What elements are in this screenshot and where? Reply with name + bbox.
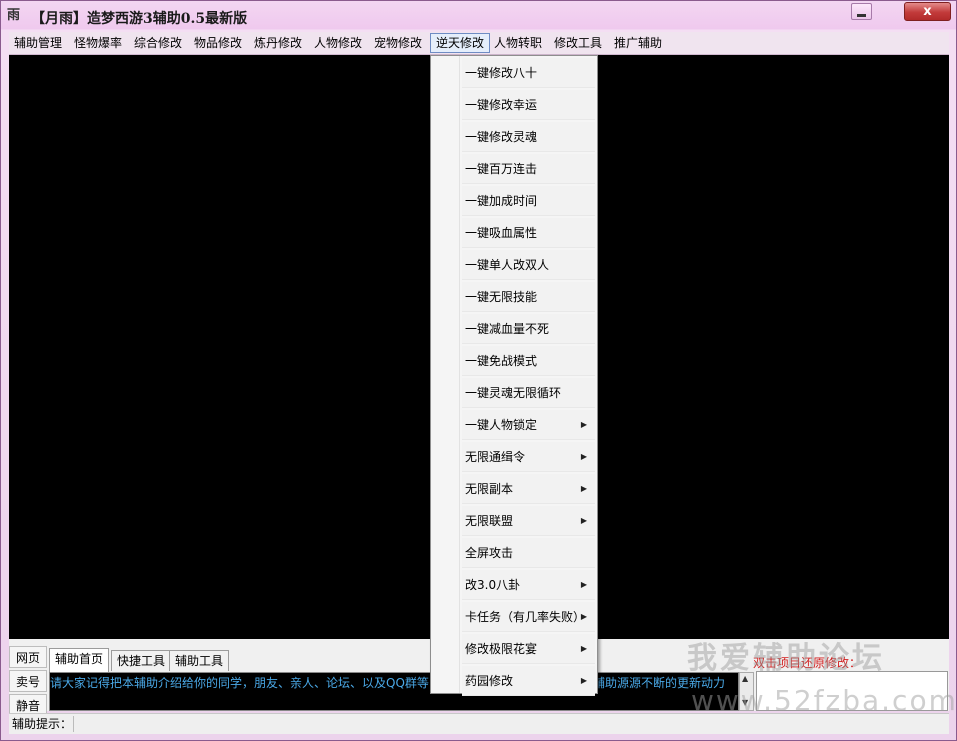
dropdown-item-label: 无限联盟 <box>465 514 514 528</box>
menu-item[interactable]: 辅助管理 <box>9 33 67 53</box>
dropdown-item[interactable]: 一键单人改双人 <box>462 250 595 280</box>
side-tab[interactable]: 卖号 <box>9 670 47 692</box>
submenu-arrow-icon: ▶ <box>580 516 587 525</box>
dropdown-item-label: 一键减血量不死 <box>465 322 550 336</box>
dropdown-item-label: 卡任务（有几率失败） <box>465 610 586 624</box>
menu-item[interactable]: 宠物修改 <box>369 33 427 53</box>
submenu-arrow-icon: ▶ <box>580 452 587 461</box>
submenu-arrow-icon: ▶ <box>580 484 587 493</box>
dropdown-item-label: 无限通缉令 <box>465 450 526 464</box>
status-label: 辅助提示： <box>12 717 73 731</box>
dropdown-item[interactable]: 全屏攻击 <box>462 538 595 568</box>
close-button[interactable]: x <box>904 2 951 21</box>
dropdown-item-label: 改3.0八卦 <box>465 578 521 592</box>
window-title: 【月雨】造梦西游3辅助0.5最新版 <box>31 11 248 27</box>
bottom-tab[interactable]: 辅助工具 <box>169 650 230 671</box>
menu-item[interactable]: 人物转职 <box>489 33 547 53</box>
app-icon: 雨 <box>7 8 21 23</box>
dropdown-item[interactable]: 改3.0八卦 ▶ <box>462 570 595 600</box>
side-tab[interactable]: 网页 <box>9 646 47 668</box>
minimize-button[interactable] <box>851 3 872 20</box>
dropdown-item[interactable]: 无限联盟 ▶ <box>462 506 595 536</box>
bottom-tab[interactable]: 快捷工具 <box>111 650 172 671</box>
info-marquee-panel: 请大家记得把本辅助介绍给你的同学，朋友、亲人、论坛、以及QQ群等， 辅助源源不断… <box>49 672 739 711</box>
dropdown-item[interactable]: 一键人物锁定 ▶ <box>462 410 595 440</box>
dropdown-item-label: 药园修改 <box>465 674 514 688</box>
dropdown-item[interactable]: 卡任务（有几率失败） ▶ <box>462 602 595 632</box>
dropdown-item[interactable]: 一键无限技能 <box>462 282 595 312</box>
dropdown-item-label: 全屏攻击 <box>465 546 514 560</box>
menu-item[interactable]: 逆天修改 <box>430 33 491 53</box>
dropdown-item-label: 一键修改幸运 <box>465 98 538 112</box>
submenu-arrow-icon: ▶ <box>580 420 587 429</box>
dropdown-item[interactable]: 无限副本 ▶ <box>462 474 595 504</box>
title-bar[interactable]: 雨 【月雨】造梦西游3辅助0.5最新版 x <box>1 1 956 31</box>
dropdown-item[interactable]: 一键修改幸运 <box>462 90 595 120</box>
submenu-arrow-icon: ▶ <box>580 644 587 653</box>
submenu-arrow-icon: ▶ <box>580 580 587 589</box>
dropdown-item-label: 一键免战模式 <box>465 354 538 368</box>
dropdown-item[interactable]: 一键加成时间 <box>462 186 595 216</box>
dropdown-item[interactable]: 一键修改八十 <box>462 58 595 88</box>
dropdown-item[interactable]: 一键修改灵魂 <box>462 122 595 152</box>
menu-gutter <box>459 56 460 693</box>
info-marquee-text: 请大家记得把本辅助介绍给你的同学，朋友、亲人、论坛、以及QQ群等， <box>50 676 441 690</box>
dropdown-item-label: 一键无限技能 <box>465 290 538 304</box>
dropdown-item[interactable]: 修改极限花宴 ▶ <box>462 634 595 664</box>
dropdown-item-label: 一键加成时间 <box>465 194 538 208</box>
dropdown-item[interactable]: 药园修改 ▶ <box>462 666 595 696</box>
dropdown-item-label: 一键单人改双人 <box>465 258 550 272</box>
dropdown-item[interactable]: 一键灵魂无限循环 <box>462 378 595 408</box>
app-window: 雨 【月雨】造梦西游3辅助0.5最新版 x 辅助管理 怪物爆率 综合修改 物品修改 炼丹… <box>0 0 957 741</box>
bottom-tab[interactable]: 辅助首页 <box>49 648 110 672</box>
dropdown-item-label: 一键吸血属性 <box>465 226 538 240</box>
dropdown-item[interactable]: 一键百万连击 <box>462 154 595 184</box>
status-separator <box>73 716 74 732</box>
menu-item[interactable]: 综合修改 <box>129 33 187 53</box>
submenu-arrow-icon: ▶ <box>580 676 587 685</box>
menu-item[interactable]: 修改工具 <box>549 33 607 53</box>
dropdown-menu-nitian: 一键修改八十 一键修改幸运 一键修改灵魂 一键百万连击 一键加成时间 一键吸血属性 一键单人… <box>430 55 598 696</box>
dropdown-item-label: 一键修改八十 <box>465 66 538 80</box>
menu-item[interactable]: 人物修改 <box>309 33 367 53</box>
dropdown-item-label: 修改极限花宴 <box>465 642 538 656</box>
dropdown-item-label: 一键修改灵魂 <box>465 130 538 144</box>
dropdown-item[interactable]: 一键免战模式 <box>462 346 595 376</box>
watermark-text: 我爱辅助论坛 <box>687 641 885 676</box>
dropdown-item-label: 一键百万连击 <box>465 162 538 176</box>
menu-bar: 辅助管理 怪物爆率 综合修改 物品修改 炼丹修改 人物修改 宠物修改 逆天修改 人物转职 修改工具… <box>9 32 949 55</box>
dropdown-item-label: 无限副本 <box>465 482 514 496</box>
watermark-url: www.52fzba.com <box>691 684 957 717</box>
dropdown-item-label: 一键灵魂无限循环 <box>465 386 562 400</box>
menu-item[interactable]: 炼丹修改 <box>249 33 307 53</box>
dropdown-item-label: 一键人物锁定 <box>465 418 538 432</box>
menu-item[interactable]: 物品修改 <box>189 33 247 53</box>
dropdown-item[interactable]: 一键吸血属性 <box>462 218 595 248</box>
dropdown-item[interactable]: 一键减血量不死 <box>462 314 595 344</box>
menu-item[interactable]: 怪物爆率 <box>69 33 127 53</box>
dropdown-item[interactable]: 无限通缉令 ▶ <box>462 442 595 472</box>
submenu-arrow-icon: ▶ <box>580 612 587 621</box>
menu-item[interactable]: 推广辅助 <box>609 33 667 53</box>
